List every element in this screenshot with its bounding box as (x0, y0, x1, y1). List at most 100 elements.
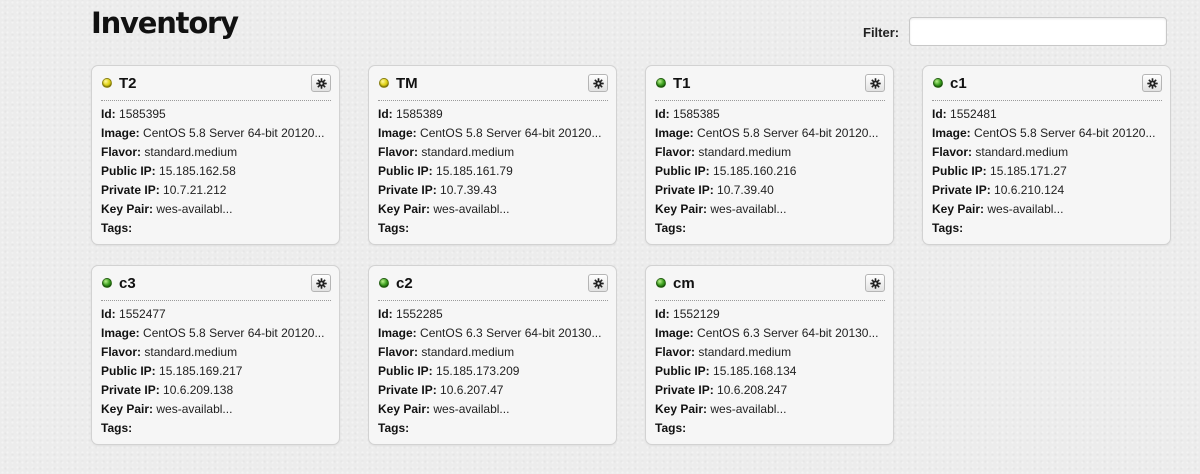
field-image: Image: CentOS 5.8 Server 64-bit 20120... (101, 324, 331, 343)
field-image: Image: CentOS 6.3 Server 64-bit 20130... (655, 324, 885, 343)
field-id: Id: 1552285 (378, 305, 608, 324)
field-label: Id: (655, 107, 670, 121)
field-value: 15.185.171.27 (990, 164, 1067, 178)
card-header: cm (655, 266, 885, 301)
field-value: 15.185.168.134 (713, 364, 797, 378)
server-name: c1 (950, 74, 967, 92)
card-fields: Id: 1585389 Image: CentOS 5.8 Server 64-… (378, 101, 608, 238)
server-actions-button[interactable] (311, 274, 331, 292)
field-value: standard.medium (421, 345, 515, 359)
server-card: c1 Id: 1552481 Image: CentOS 5.8 Server … (922, 65, 1171, 245)
field-label: Tags: (101, 221, 133, 235)
field-value: wes-availabl... (156, 402, 233, 416)
field-value: wes-availabl... (710, 402, 787, 416)
field-tags: Tags: (655, 219, 885, 238)
field-value: 15.185.169.217 (159, 364, 243, 378)
field-label: Public IP: (655, 364, 710, 378)
field-id: Id: 1552477 (101, 305, 331, 324)
status-indicator-icon (656, 278, 666, 288)
field-label: Id: (655, 307, 670, 321)
card-fields: Id: 1552129 Image: CentOS 6.3 Server 64-… (655, 301, 885, 438)
server-name: T2 (119, 74, 137, 92)
field-label: Public IP: (378, 164, 433, 178)
field-label: Id: (378, 307, 393, 321)
field-value: wes-availabl... (156, 202, 233, 216)
field-private-ip: Private IP: 10.7.39.43 (378, 181, 608, 200)
field-id: Id: 1552129 (655, 305, 885, 324)
field-value: 1585395 (119, 107, 166, 121)
field-label: Flavor: (655, 145, 696, 159)
field-key-pair: Key Pair: wes-availabl... (378, 200, 608, 219)
server-actions-button[interactable] (1142, 74, 1162, 92)
field-label: Flavor: (378, 345, 419, 359)
gear-icon (1146, 77, 1158, 89)
field-label: Image: (655, 126, 694, 140)
field-value: 1585385 (673, 107, 720, 121)
page-title: Inventory (91, 6, 239, 40)
field-public-ip: Public IP: 15.185.160.216 (655, 162, 885, 181)
field-key-pair: Key Pair: wes-availabl... (378, 400, 608, 419)
field-label: Image: (932, 126, 971, 140)
field-value: 15.185.161.79 (436, 164, 513, 178)
field-value: 10.6.207.47 (440, 383, 504, 397)
field-label: Private IP: (655, 383, 714, 397)
server-actions-button[interactable] (311, 74, 331, 92)
field-label: Private IP: (378, 183, 437, 197)
field-private-ip: Private IP: 10.6.208.247 (655, 381, 885, 400)
server-actions-button[interactable] (865, 274, 885, 292)
field-value: 1585389 (396, 107, 443, 121)
gear-icon (592, 277, 604, 289)
field-label: Public IP: (655, 164, 710, 178)
field-value: standard.medium (144, 345, 238, 359)
inventory-grid: T2 Id: 1585395 Image: CentOS 5.8 Server … (91, 65, 1171, 445)
field-id: Id: 1552481 (932, 105, 1162, 124)
field-private-ip: Private IP: 10.6.207.47 (378, 381, 608, 400)
field-label: Image: (655, 326, 694, 340)
field-value: standard.medium (975, 145, 1069, 159)
gear-icon (315, 77, 327, 89)
server-card: c2 Id: 1552285 Image: CentOS 6.3 Server … (368, 265, 617, 445)
field-tags: Tags: (378, 419, 608, 438)
field-label: Tags: (932, 221, 964, 235)
field-value: CentOS 5.8 Server 64-bit 20120... (143, 326, 325, 340)
server-name: TM (396, 74, 418, 92)
field-label: Flavor: (932, 145, 973, 159)
card-header: T2 (101, 66, 331, 101)
field-public-ip: Public IP: 15.185.169.217 (101, 362, 331, 381)
field-flavor: Flavor: standard.medium (378, 143, 608, 162)
server-card: T1 Id: 1585385 Image: CentOS 5.8 Server … (645, 65, 894, 245)
field-label: Tags: (655, 221, 687, 235)
field-label: Tags: (101, 421, 133, 435)
field-image: Image: CentOS 5.8 Server 64-bit 20120... (932, 124, 1162, 143)
card-fields: Id: 1552285 Image: CentOS 6.3 Server 64-… (378, 301, 608, 438)
status-indicator-icon (656, 78, 666, 88)
card-fields: Id: 1552477 Image: CentOS 5.8 Server 64-… (101, 301, 331, 438)
field-label: Public IP: (932, 164, 987, 178)
field-private-ip: Private IP: 10.6.210.124 (932, 181, 1162, 200)
field-label: Id: (101, 107, 116, 121)
field-tags: Tags: (101, 419, 331, 438)
server-actions-button[interactable] (865, 74, 885, 92)
field-value: 15.185.160.216 (713, 164, 797, 178)
status-indicator-icon (102, 78, 112, 88)
field-label: Id: (932, 107, 947, 121)
server-name: c2 (396, 274, 413, 292)
server-actions-button[interactable] (588, 74, 608, 92)
field-label: Image: (378, 126, 417, 140)
field-tags: Tags: (655, 419, 885, 438)
server-actions-button[interactable] (588, 274, 608, 292)
field-private-ip: Private IP: 10.7.39.40 (655, 181, 885, 200)
field-flavor: Flavor: standard.medium (101, 343, 331, 362)
card-header: c2 (378, 266, 608, 301)
field-value: wes-availabl... (433, 202, 510, 216)
field-private-ip: Private IP: 10.6.209.138 (101, 381, 331, 400)
field-value: CentOS 5.8 Server 64-bit 20120... (697, 126, 879, 140)
field-key-pair: Key Pair: wes-availabl... (101, 400, 331, 419)
field-value: 10.6.210.124 (994, 183, 1065, 197)
field-label: Public IP: (101, 164, 156, 178)
field-value: 1552285 (396, 307, 443, 321)
field-public-ip: Public IP: 15.185.173.209 (378, 362, 608, 381)
card-fields: Id: 1585385 Image: CentOS 5.8 Server 64-… (655, 101, 885, 238)
field-label: Tags: (378, 221, 410, 235)
filter-input[interactable] (909, 17, 1167, 46)
